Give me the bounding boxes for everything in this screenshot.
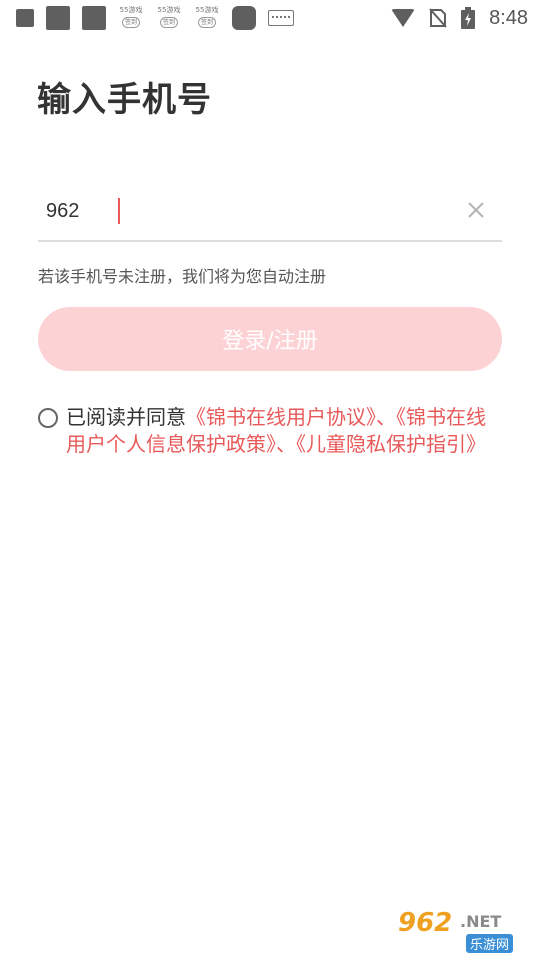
mini-app-sub-label: 签到 bbox=[160, 17, 178, 28]
mini-app-sub-label: 签到 bbox=[122, 17, 140, 28]
mini-app-sub-label: 签到 bbox=[198, 17, 216, 28]
watermark-sub: 乐游网 bbox=[466, 934, 514, 953]
text-caret bbox=[118, 198, 120, 224]
no-sim-icon bbox=[429, 8, 447, 28]
55-app-notification-icon: 55游戏 签到 bbox=[156, 6, 182, 30]
watermark-number: 962 bbox=[398, 908, 453, 938]
55-app-notification-icon: 55游戏 签到 bbox=[194, 6, 220, 30]
register-hint: 若该手机号未注册，我们将为您自动注册 bbox=[38, 267, 327, 286]
app-notification-icon bbox=[46, 6, 70, 30]
agreement-prefix: 已阅读并同意 bbox=[66, 405, 186, 429]
app-notification-icon bbox=[82, 6, 106, 30]
app-notification-icon bbox=[232, 6, 256, 30]
mini-app-label: 55游戏 bbox=[195, 6, 219, 14]
user-agreement-link[interactable]: 《锦书在线用户协议》 bbox=[186, 405, 376, 429]
phone-input-value[interactable]: 962 bbox=[46, 200, 79, 223]
mini-app-label: 55游戏 bbox=[157, 6, 181, 14]
agreement-radio[interactable] bbox=[38, 408, 58, 428]
wifi-icon bbox=[391, 9, 416, 27]
status-time: 8:48 bbox=[489, 6, 528, 29]
agreement-row: 已阅读并同意《锦书在线用户协议》、《锦书在线用户个人信息保护政策》、《儿童隐私保… bbox=[38, 404, 502, 458]
watermark-logo: 962 .NET 乐游网 bbox=[398, 908, 534, 954]
page-title: 输入手机号 bbox=[37, 80, 212, 120]
app-notification-icon bbox=[16, 9, 34, 27]
battery-charging-icon bbox=[461, 7, 476, 29]
agreement-separator: 、 bbox=[276, 432, 296, 456]
phone-input[interactable]: 962 bbox=[38, 190, 502, 242]
agreement-separator: 、 bbox=[376, 405, 396, 429]
close-icon[interactable] bbox=[464, 198, 488, 222]
watermark-net: .NET bbox=[460, 912, 502, 931]
status-bar: 55游戏 签到 55游戏 签到 55游戏 签到 8:48 bbox=[0, 0, 540, 36]
55-app-notification-icon: 55游戏 签到 bbox=[118, 6, 144, 30]
agreement-text: 已阅读并同意《锦书在线用户协议》、《锦书在线用户个人信息保护政策》、《儿童隐私保… bbox=[66, 404, 502, 458]
keyboard-icon bbox=[268, 10, 294, 26]
notification-icons: 55游戏 签到 55游戏 签到 55游戏 签到 bbox=[16, 6, 294, 30]
child-privacy-link[interactable]: 《儿童隐私保护指引》 bbox=[296, 432, 486, 456]
mini-app-label: 55游戏 bbox=[119, 6, 143, 14]
system-icons: 8:48 bbox=[391, 4, 528, 32]
login-register-button[interactable]: 登录/注册 bbox=[38, 307, 502, 371]
